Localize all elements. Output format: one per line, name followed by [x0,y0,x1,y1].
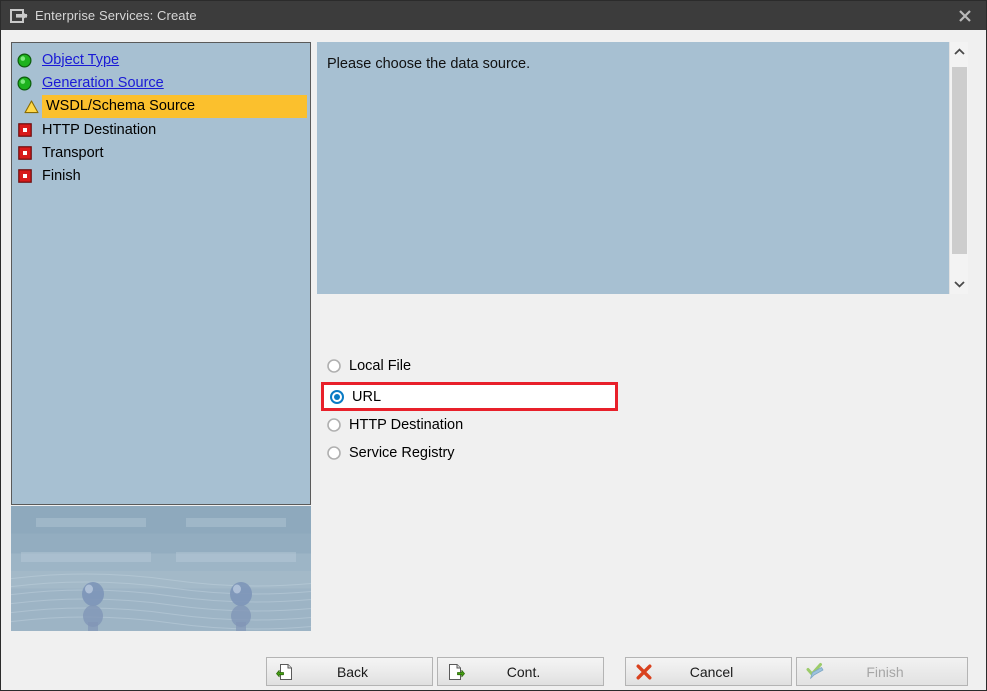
close-icon[interactable] [942,1,986,30]
radio-option-label: Service Registry [349,445,455,461]
radio-option-local-file[interactable]: Local File [327,355,627,377]
instruction-panel-scrollbar[interactable] [949,42,968,294]
instruction-panel: Please choose the data source. [317,42,949,294]
sidebar-item-wsdl-schema-source[interactable]: WSDL/Schema Source [42,94,307,118]
instruction-text: Please choose the data source. [327,56,531,72]
red-square-icon [16,168,33,185]
decorative-water-graphic [11,506,311,631]
sidebar-item-wsdl-schema-source-wrapper: WSDL/Schema Source [12,94,310,118]
green-circle-icon [16,75,33,92]
roadmap-panel: Object Type Generation Source WSDL/Schem… [11,42,311,505]
check-pencil-icon [805,662,825,682]
continue-button-label: Cont. [506,663,541,680]
sidebar-item-object-type[interactable]: Object Type [12,49,310,71]
wizard-hand-icon [10,8,28,24]
sidebar-item-finish[interactable]: Finish [12,165,310,187]
enterprise-services-create-dialog: Enterprise Services: Create Object Type [0,0,987,691]
radio-option-http-destination[interactable]: HTTP Destination [327,414,627,436]
chevron-down-icon[interactable] [950,274,969,294]
sidebar-item-http-destination[interactable]: HTTP Destination [12,119,310,141]
back-button-label: Back [336,663,369,680]
window-title: Enterprise Services: Create [35,8,197,23]
chevron-up-icon[interactable] [950,42,969,62]
radio-option-url[interactable]: URL [321,382,618,411]
window-titlebar: Enterprise Services: Create [1,1,986,30]
scrollbar-track[interactable] [950,62,969,274]
sidebar-item-label: HTTP Destination [42,122,157,138]
sidebar-item-label: WSDL/Schema Source [46,98,196,114]
red-x-icon [634,662,654,682]
back-button[interactable]: Back [266,657,433,686]
radio-option-service-registry[interactable]: Service Registry [327,442,627,464]
red-square-icon [16,145,33,162]
sidebar-item-label: Transport [42,145,104,161]
radio-unselected-icon [327,359,341,373]
sidebar-item-label: Object Type [42,52,120,68]
data-source-radio-group: Local File URL HTTP Destination Service … [321,355,627,470]
radio-unselected-icon [327,446,341,460]
page-back-icon [275,662,295,682]
roadmap-list: Object Type Generation Source WSDL/Schem… [12,43,310,187]
dialog-footer: Back Cont. Cancel Finish [1,657,986,690]
green-circle-icon [16,52,33,69]
cancel-button[interactable]: Cancel [625,657,792,686]
radio-selected-icon [330,389,344,404]
yellow-triangle-icon [23,98,40,115]
continue-button[interactable]: Cont. [437,657,604,686]
finish-button: Finish [796,657,968,686]
red-square-icon [16,122,33,139]
scrollbar-thumb[interactable] [952,67,967,254]
finish-button-label: Finish [866,663,904,680]
radio-unselected-icon [327,418,341,432]
sidebar-item-label: Generation Source [42,75,164,91]
radio-option-label: Local File [349,358,412,374]
page-forward-icon [446,662,466,682]
sidebar-item-label: Finish [42,168,81,184]
sidebar-item-generation-source[interactable]: Generation Source [12,72,310,94]
cancel-button-label: Cancel [689,663,734,680]
radio-option-label: HTTP Destination [349,417,464,433]
radio-option-label: URL [352,388,382,405]
sidebar-item-transport[interactable]: Transport [12,142,310,164]
